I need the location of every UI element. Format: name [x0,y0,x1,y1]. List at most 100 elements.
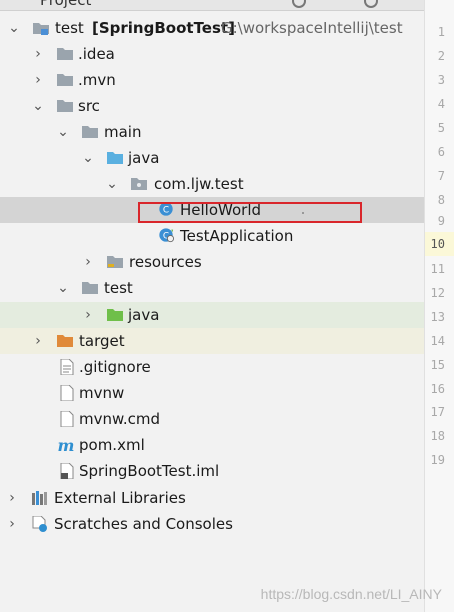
project-tree: ⌄ test [SpringBootTest] G:\workspaceInte… [0,11,424,612]
chevron-right-icon[interactable]: › [4,511,20,537]
chevron-down-icon[interactable]: ⌄ [6,15,22,41]
file-icon [60,411,74,427]
folder-icon [82,126,98,138]
node-label: .idea [78,45,115,63]
tree-node-testapplication[interactable]: C TestApplication [0,223,424,249]
chevron-down-icon[interactable]: ⌄ [104,171,120,197]
node-label: com.ljw.test [154,175,244,193]
line-number: 7 [437,169,445,183]
editor-gutter: 1 2 3 4 5 6 7 8 9 10 11 12 13 14 15 16 1… [424,0,454,612]
line-number: 8 [437,193,445,207]
library-icon [32,491,47,505]
tree-node-external-libraries[interactable]: › External Libraries [0,485,424,511]
locate-icon[interactable] [292,0,306,8]
folder-icon [57,48,73,60]
tree-node-java-main[interactable]: ⌄ java [0,145,424,171]
scratches-icon [32,516,47,532]
line-number: 11 [430,262,445,276]
source-folder-icon [107,152,123,164]
folder-icon [82,282,98,294]
module-name: [SpringBootTest] [92,19,235,37]
line-number: 13 [430,310,445,324]
folder-icon [57,100,73,112]
toolwindow-title: Project [40,0,92,9]
chevron-right-icon[interactable]: › [80,302,96,328]
line-number: 18 [430,429,445,443]
tree-node-scratches[interactable]: › Scratches and Consoles [0,511,424,537]
project-name: test [55,19,84,37]
chevron-down-icon[interactable]: ⌄ [55,275,71,301]
tree-node-resources[interactable]: › resources [0,249,424,275]
node-label: External Libraries [54,489,186,507]
module-file-icon [60,463,74,479]
tree-node-main[interactable]: ⌄ main [0,119,424,145]
svg-text:m: m [58,437,75,453]
file-icon [60,385,74,401]
tree-node-java-test[interactable]: › java [0,302,424,328]
node-label: .gitignore [79,358,151,376]
node-label: src [78,97,100,115]
gear-icon[interactable] [364,0,378,8]
node-label: Scratches and Consoles [54,515,233,533]
module-folder-icon [33,23,49,35]
test-folder-icon [107,309,123,321]
chevron-down-icon[interactable]: ⌄ [30,93,46,119]
annotation-highlight-box [138,202,362,223]
line-number: 16 [430,382,445,396]
tree-node-mvnw[interactable]: mvnw [0,380,424,406]
folder-icon [57,74,73,86]
node-label: .mvn [78,71,116,89]
line-number: 1 [437,25,445,39]
resources-folder-icon [107,256,123,268]
node-label: test [104,279,133,297]
node-label: mvnw.cmd [79,410,161,428]
line-number: 2 [437,49,445,63]
line-number: 17 [430,405,445,419]
tree-node-pom[interactable]: m pom.xml [0,432,424,458]
line-number: 12 [430,286,445,300]
chevron-down-icon[interactable]: ⌄ [55,119,71,145]
node-label: SpringBootTest.iml [79,462,220,480]
tree-node-gitignore[interactable]: .gitignore [0,354,424,380]
tree-node-iml[interactable]: SpringBootTest.iml [0,458,424,484]
chevron-right-icon[interactable]: › [30,328,46,354]
tree-node-src[interactable]: ⌄ src [0,93,424,119]
line-number: 5 [437,121,445,135]
chevron-right-icon[interactable]: › [4,485,20,511]
maven-icon: m [58,437,75,453]
package-icon [131,178,147,190]
tree-node-package[interactable]: ⌄ com.ljw.test [0,171,424,197]
tree-node-target[interactable]: › target [0,328,424,354]
chevron-right-icon[interactable]: › [80,249,96,275]
tree-node-test[interactable]: ⌄ test [0,275,424,301]
node-label: target [79,332,125,350]
chevron-right-icon[interactable]: › [30,67,46,93]
line-number: 3 [437,73,445,87]
tree-node-mvn[interactable]: › .mvn [0,67,424,93]
text-file-icon [60,359,74,375]
node-label: pom.xml [79,436,145,454]
node-label: TestApplication [180,227,294,245]
line-number: 19 [430,453,445,467]
chevron-right-icon[interactable]: › [30,41,46,67]
node-label: mvnw [79,384,125,402]
tree-node-idea[interactable]: › .idea [0,41,424,67]
line-number: 14 [430,334,445,348]
project-path: G:\workspaceIntellij\test [221,19,403,37]
spring-boot-class-icon: C [159,228,174,243]
node-label: java [128,149,160,167]
node-label: main [104,123,142,141]
line-number: 9 [437,214,445,228]
line-number: 15 [430,358,445,372]
tree-node-mvnw-cmd[interactable]: mvnw.cmd [0,406,424,432]
line-number: 6 [437,145,445,159]
line-number-current: 10 [430,237,445,251]
node-label: resources [129,253,202,271]
tree-node-project-root[interactable]: ⌄ test [SpringBootTest] G:\workspaceInte… [0,15,424,41]
watermark-text: https://blog.csdn.net/LI_AINY [260,586,442,602]
chevron-down-icon[interactable]: ⌄ [80,145,96,171]
line-number: 4 [437,97,445,111]
excluded-folder-icon [57,335,73,347]
node-label: java [128,306,160,324]
project-toolwindow-header: Project [0,0,424,11]
